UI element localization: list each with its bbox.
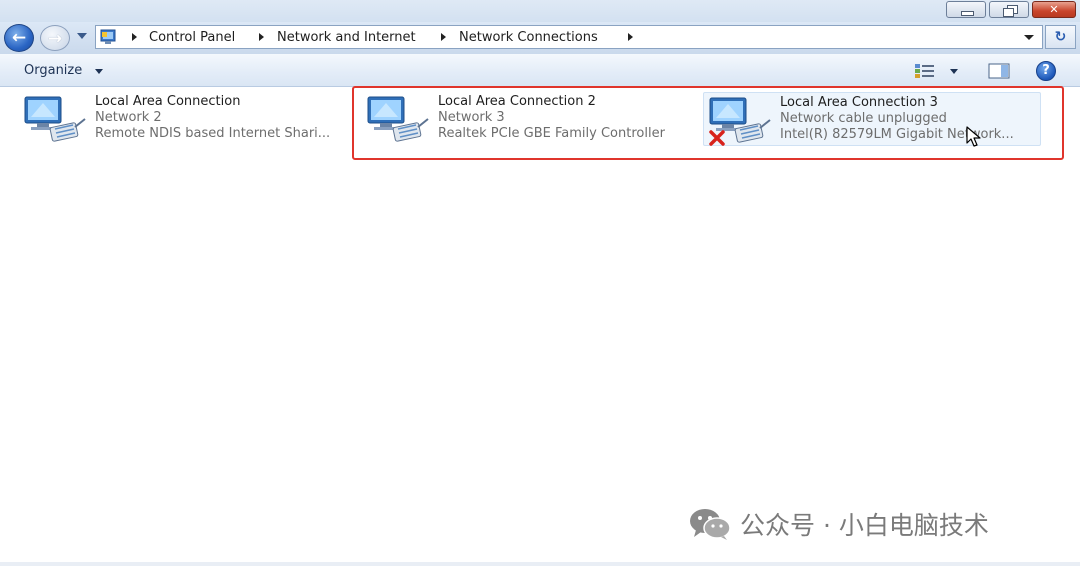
- refresh-icon: ↻: [1054, 29, 1067, 45]
- mouse-cursor-icon: [966, 126, 981, 147]
- connection-network: Network 2: [95, 110, 162, 125]
- network-adapter-icon: [24, 96, 86, 142]
- breadcrumb-control-panel[interactable]: Control Panel: [149, 30, 235, 45]
- connection-device: Remote NDIS based Internet Shari...: [95, 126, 331, 141]
- help-glyph: ?: [1042, 63, 1050, 78]
- address-bar[interactable]: Control Panel Network and Internet Netwo…: [95, 25, 1043, 49]
- views-dropdown-icon[interactable]: [950, 69, 958, 74]
- help-icon[interactable]: ?: [1036, 61, 1056, 81]
- breadcrumb-separator-icon[interactable]: [259, 33, 264, 41]
- breadcrumb-network-connections[interactable]: Network Connections: [459, 30, 598, 45]
- minimize-icon: [961, 11, 974, 16]
- organize-menu[interactable]: Organize: [24, 63, 82, 78]
- wechat-icon: [690, 509, 731, 540]
- breadcrumb-separator-icon[interactable]: [628, 33, 633, 41]
- minimize-button[interactable]: [946, 1, 986, 18]
- breadcrumb-separator-icon[interactable]: [132, 33, 137, 41]
- close-icon: ✕: [1049, 3, 1059, 16]
- window-bottom-border: [0, 562, 1080, 566]
- address-history-dropdown[interactable]: [1024, 35, 1034, 40]
- forward-arrow-icon: →: [47, 29, 63, 49]
- maximize-button[interactable]: [989, 1, 1029, 18]
- close-button[interactable]: ✕: [1032, 1, 1076, 18]
- forward-button[interactable]: →: [40, 25, 70, 51]
- watermark-text: 公众号 · 小白电脑技术: [740, 511, 989, 540]
- annotation-highlight-box: [352, 86, 1064, 160]
- window-title-bar: ✕: [0, 0, 1080, 22]
- chevron-down-icon[interactable]: [95, 69, 103, 74]
- change-view-icon[interactable]: [914, 63, 936, 79]
- breadcrumb-network-and-internet[interactable]: Network and Internet: [277, 30, 416, 45]
- breadcrumb-separator-icon[interactable]: [441, 33, 446, 41]
- back-button[interactable]: ←: [4, 24, 34, 52]
- control-panel-icon: [100, 29, 116, 44]
- navigation-bar: ← → Control Panel Network and Internet N…: [0, 22, 1080, 54]
- connection-name: Local Area Connection: [95, 94, 241, 109]
- connection-item[interactable]: Local Area Connection Network 2 Remote N…: [23, 92, 353, 146]
- restore-icon: [1003, 8, 1014, 17]
- recent-pages-dropdown[interactable]: [77, 33, 87, 39]
- command-bar: Organize ?: [0, 54, 1080, 87]
- refresh-button[interactable]: ↻: [1045, 25, 1076, 49]
- back-arrow-icon: ←: [11, 28, 27, 48]
- preview-pane-icon[interactable]: [988, 63, 1010, 79]
